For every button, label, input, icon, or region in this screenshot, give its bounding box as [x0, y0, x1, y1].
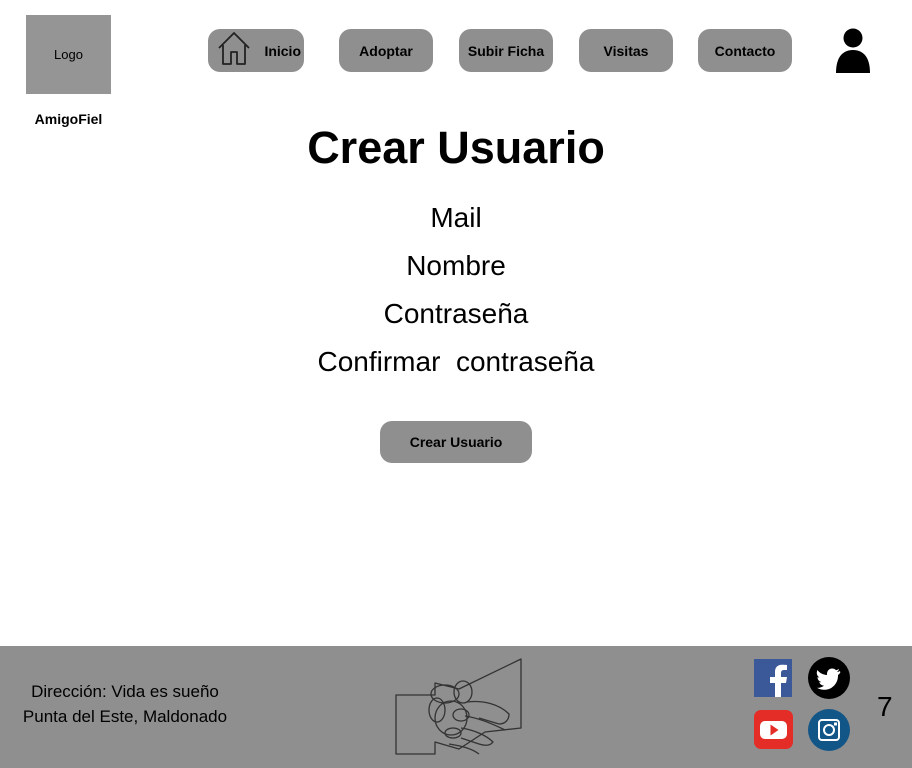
nombre-field[interactable]: Nombre [0, 250, 912, 282]
nav-adoptar-label: Adoptar [359, 42, 413, 59]
contrasena-field[interactable]: Contraseña [0, 298, 912, 330]
logo[interactable]: Logo [26, 15, 111, 94]
twitter-icon[interactable] [808, 657, 850, 699]
nav-contacto-button[interactable]: Contacto [698, 29, 792, 72]
nav-subir-ficha-button[interactable]: Subir Ficha [459, 29, 553, 72]
nav-adoptar-button[interactable]: Adoptar [339, 29, 433, 72]
nav-contacto-label: Contacto [714, 42, 776, 59]
address-line-2: Punta del Este, Maldonado [22, 707, 228, 726]
confirmar-contrasena-field[interactable]: Confirmar contraseña [0, 346, 912, 378]
crear-usuario-button[interactable]: Crear Usuario [380, 421, 532, 463]
footer: Dirección: Vida es sueño Punta del Este,… [0, 646, 912, 768]
home-icon [218, 32, 250, 65]
page-number: 7 [877, 691, 893, 722]
instagram-icon[interactable] [808, 709, 850, 751]
nav-inicio-button[interactable]: Inicio [208, 29, 304, 72]
mail-field[interactable]: Mail [0, 202, 912, 234]
address-line-1: Dirección: Vida es sueño [31, 682, 219, 701]
facebook-icon[interactable] [754, 659, 792, 697]
user-icon[interactable] [834, 28, 872, 73]
youtube-icon[interactable] [754, 710, 793, 749]
nav-inicio-label: Inicio [264, 42, 301, 59]
crear-usuario-label: Crear Usuario [409, 434, 503, 450]
handshake-icon [395, 658, 522, 755]
nav-subir-ficha-label: Subir Ficha [467, 42, 545, 59]
nav-visitas-label: Visitas [603, 42, 649, 59]
logo-label: Logo [54, 47, 83, 62]
nav-visitas-button[interactable]: Visitas [579, 29, 673, 72]
page-title: Crear Usuario [307, 122, 605, 173]
